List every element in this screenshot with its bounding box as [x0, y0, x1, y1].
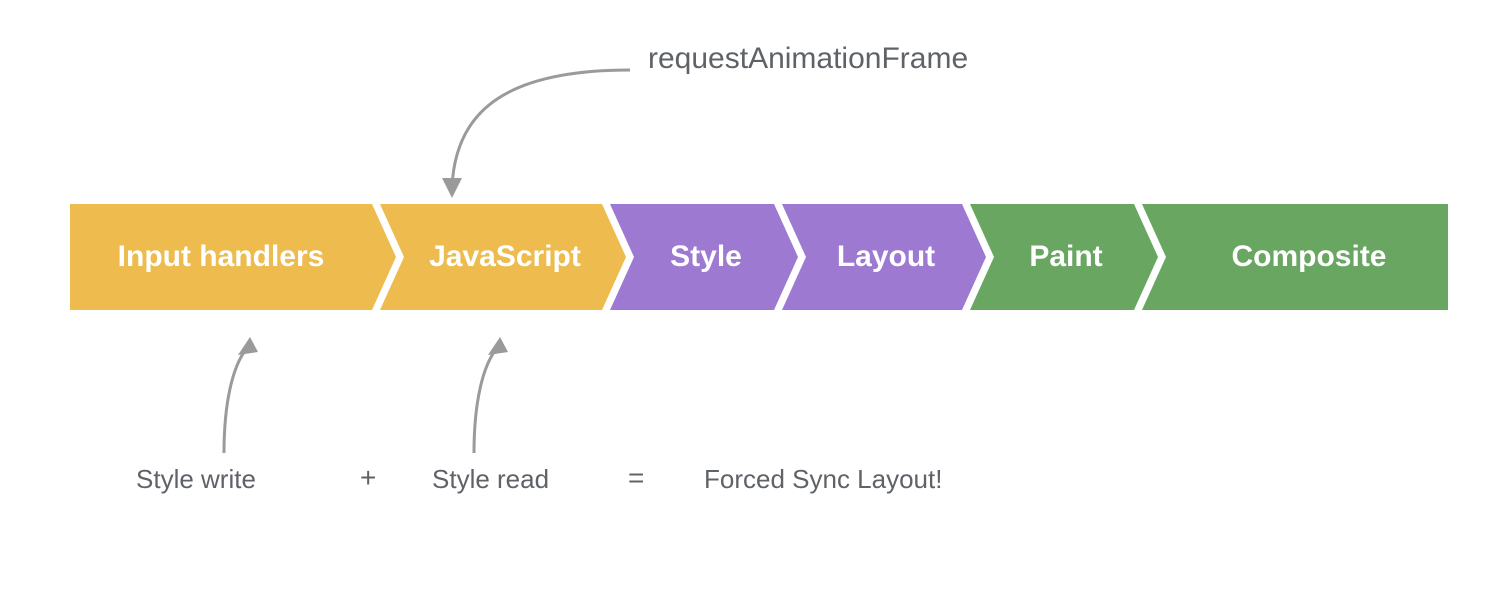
raf-arrow-icon — [430, 60, 640, 210]
style-read-arrow-icon — [460, 335, 520, 455]
step-label: Layout — [837, 240, 935, 273]
equals-symbol: = — [628, 462, 644, 494]
style-read-label: Style read — [432, 464, 549, 495]
step-label: JavaScript — [429, 240, 581, 273]
step-input-handlers: Input handlers — [70, 204, 372, 310]
step-style: Style — [610, 204, 774, 310]
forced-sync-layout-label: Forced Sync Layout! — [704, 464, 942, 495]
step-layout: Layout — [782, 204, 962, 310]
pipeline-row: Input handlers JavaScript Style Layout P… — [70, 204, 1448, 310]
step-javascript: JavaScript — [380, 204, 602, 310]
step-label: Input handlers — [118, 240, 325, 273]
style-write-arrow-icon — [210, 335, 270, 455]
step-paint: Paint — [970, 204, 1134, 310]
step-label: Paint — [1029, 240, 1102, 273]
rendering-pipeline-diagram: requestAnimationFrame Input handlers Jav… — [0, 0, 1496, 605]
style-write-label: Style write — [136, 464, 256, 495]
step-composite: Composite — [1142, 204, 1448, 310]
step-label: Style — [670, 240, 742, 273]
step-label: Composite — [1231, 240, 1386, 273]
plus-symbol: + — [360, 462, 376, 494]
raf-label: requestAnimationFrame — [648, 42, 968, 76]
